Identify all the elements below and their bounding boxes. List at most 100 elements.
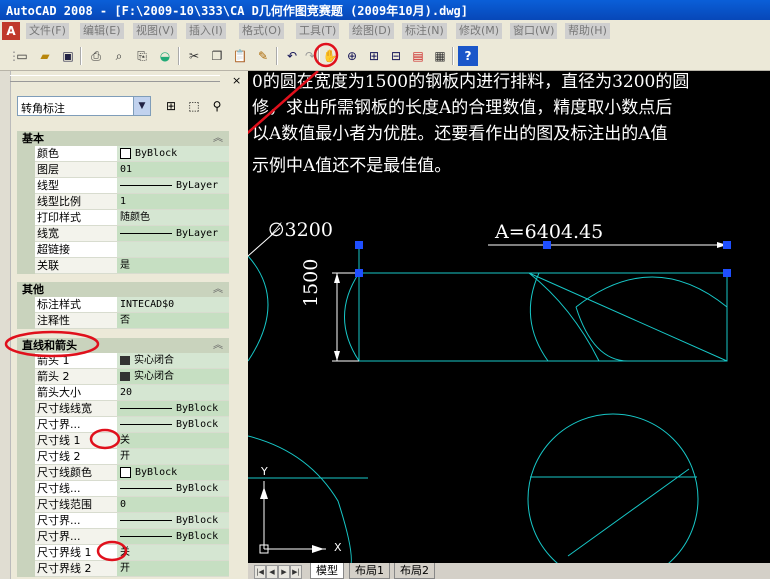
menu-tools[interactable]: 工具(T)	[296, 23, 340, 39]
annotation-arrow	[248, 71, 319, 135]
property-value: 20	[117, 385, 229, 400]
category-misc[interactable]: 其他 ︽	[17, 282, 229, 297]
grip-point[interactable]	[355, 241, 363, 249]
annotation-circle-toolbar	[313, 42, 339, 68]
close-palette-icon[interactable]: ×	[232, 74, 241, 87]
palette-side-bar	[0, 71, 11, 579]
menu-window[interactable]: 窗口(W)	[510, 23, 558, 39]
property-name: 打印样式	[35, 210, 117, 225]
property-row[interactable]: 打印样式 随颜色	[17, 210, 229, 226]
menu-bar: A 文件(F) 编辑(E) 视图(V) 插入(I) 格式(O) 工具(T) 绘图…	[0, 20, 770, 42]
property-row[interactable]: 线宽 ByLayer	[17, 226, 229, 242]
property-row[interactable]: 线型 ByLayer	[17, 178, 229, 194]
property-row[interactable]: 尺寸线线宽 ByBlock	[17, 401, 229, 417]
property-row[interactable]: 尺寸线范围 0	[17, 497, 229, 513]
circle-arc	[529, 272, 549, 362]
window-title: AutoCAD 2008 - [F:\2009-10\333\CA D几何作图竞…	[6, 4, 469, 18]
tab-layout1[interactable]: 布局1	[349, 563, 390, 579]
layout-tabs-bar: |◀ ◀ ▶ ▶| 模型 布局1 布局2	[248, 563, 770, 579]
autocad-logo-icon[interactable]: A	[2, 22, 20, 40]
object-type-value: 转角标注	[21, 102, 65, 115]
standard-toolbar: ⋮ ▭ ▰ ▣ ⎙ ⌕ ⎘ ◒ ✂ ❐ 📋 ✎ ↶ ↷ ✋ ⊕ ⊞ ⊟ ▤ ▦ …	[0, 42, 770, 71]
chevron-up-icon: ︽	[213, 284, 223, 295]
menu-file[interactable]: 文件(F)	[26, 23, 69, 39]
category-general[interactable]: 基本 ︽	[17, 131, 229, 146]
menu-help[interactable]: 帮助(H)	[565, 23, 610, 39]
property-row[interactable]: 关联是	[17, 258, 229, 274]
property-row[interactable]: 尺寸界线 1关	[17, 545, 229, 561]
color-swatch-icon	[120, 466, 131, 478]
property-row[interactable]: 尺寸线... ByBlock	[17, 481, 229, 497]
property-row[interactable]: 箭头 1 实心闭合	[17, 353, 229, 369]
property-value: 0	[117, 497, 229, 512]
grip-point[interactable]	[723, 269, 731, 277]
menu-draw[interactable]: 绘图(D)	[349, 23, 395, 39]
property-name: 尺寸界线 2	[35, 561, 117, 576]
property-row[interactable]: 注释性否	[17, 313, 229, 329]
property-name: 线型	[35, 178, 117, 193]
property-row[interactable]: 尺寸界... ByBlock	[17, 513, 229, 529]
category-label: 基本	[22, 132, 44, 145]
property-row[interactable]: 尺寸线颜色 ByBlock	[17, 465, 229, 481]
dim-text-length: A=6404.45	[495, 221, 604, 243]
lineweight-sample	[120, 535, 172, 537]
property-value: 随颜色	[117, 210, 229, 225]
prev-tab-icon[interactable]: ◀	[266, 565, 278, 579]
tab-model[interactable]: 模型	[310, 563, 344, 579]
first-tab-icon[interactable]: |◀	[254, 565, 266, 579]
property-row[interactable]: 尺寸线 1关	[17, 433, 229, 449]
property-name: 线宽	[35, 226, 117, 241]
lower-chord	[567, 468, 690, 557]
property-row[interactable]: 尺寸界... ByBlock	[17, 417, 229, 433]
category-label: 直线和箭头	[22, 339, 77, 352]
menu-edit[interactable]: 编辑(E)	[80, 23, 124, 39]
property-name: 尺寸线 1	[35, 433, 117, 448]
property-row[interactable]: 线型比例 1	[17, 194, 229, 210]
next-tab-icon[interactable]: ▶	[278, 565, 290, 579]
menu-modify[interactable]: 修改(M)	[456, 23, 503, 39]
quick-select-icon[interactable]: ⚲	[207, 96, 227, 116]
property-value: 是	[117, 258, 229, 273]
menu-insert[interactable]: 插入(I)	[186, 23, 226, 39]
property-row[interactable]: 颜色 ByBlock	[17, 146, 229, 162]
property-value: ByBlock	[176, 403, 219, 414]
select-objects-icon[interactable]: ⬚	[184, 96, 204, 116]
chevron-up-icon: ︽	[213, 340, 223, 351]
ucs-x-label: X	[334, 541, 342, 554]
steel-plate-rect	[358, 272, 728, 362]
title-bar: AutoCAD 2008 - [F:\2009-10\333\CA D几何作图竞…	[0, 0, 770, 20]
last-tab-icon[interactable]: ▶|	[290, 565, 302, 579]
drawing-geometry	[248, 71, 731, 563]
palette-grip[interactable]	[10, 75, 220, 82]
property-row[interactable]: 尺寸界线 2开	[17, 561, 229, 577]
object-type-select[interactable]: 转角标注 ▼	[17, 96, 151, 116]
property-row[interactable]: 箭头大小 20	[17, 385, 229, 401]
toggle-pickadd-icon[interactable]: ⊞	[161, 96, 181, 116]
property-row[interactable]: 箭头 2 实心闭合	[17, 369, 229, 385]
grip-point[interactable]	[723, 241, 731, 249]
property-row[interactable]: 标注样式 INTECAD$0	[17, 297, 229, 313]
property-row[interactable]: 尺寸线 2开	[17, 449, 229, 465]
property-value: 关	[117, 433, 229, 448]
menu-dimension[interactable]: 标注(N)	[402, 23, 447, 39]
tab-layout2[interactable]: 布局2	[394, 563, 435, 579]
property-row[interactable]: 超链接	[17, 242, 229, 258]
arrowhead-icon	[120, 371, 130, 381]
property-name: 尺寸线...	[35, 481, 117, 496]
chevron-up-icon: ︽	[213, 133, 223, 144]
property-value: INTECAD$0	[117, 297, 229, 312]
menu-view[interactable]: 视图(V)	[133, 23, 178, 39]
category-label: 其他	[22, 283, 44, 296]
property-name: 颜色	[35, 146, 117, 161]
property-row[interactable]: 尺寸界... ByBlock	[17, 529, 229, 545]
property-value: 实心闭合	[134, 371, 174, 382]
property-name: 尺寸界...	[35, 417, 117, 432]
grip-point[interactable]	[355, 269, 363, 277]
menu-format[interactable]: 格式(O)	[239, 23, 285, 39]
linetype-sample	[120, 487, 172, 489]
category-lines-arrows[interactable]: 直线和箭头 ︽	[17, 338, 229, 353]
drawing-canvas[interactable]: 0的圆在宽度为1500的钢板内进行排料，直径为3200的圆 修，求出所需钢板的长…	[248, 71, 770, 563]
property-row[interactable]: 图层 01	[17, 162, 229, 178]
properties-palette: × 转角标注 ▼ ⊞ ⬚ ⚲ 基本 ︽ 颜色 ByBlock 图层 01 线型 ByLa…	[0, 71, 248, 579]
chevron-down-icon[interactable]: ▼	[133, 97, 150, 115]
